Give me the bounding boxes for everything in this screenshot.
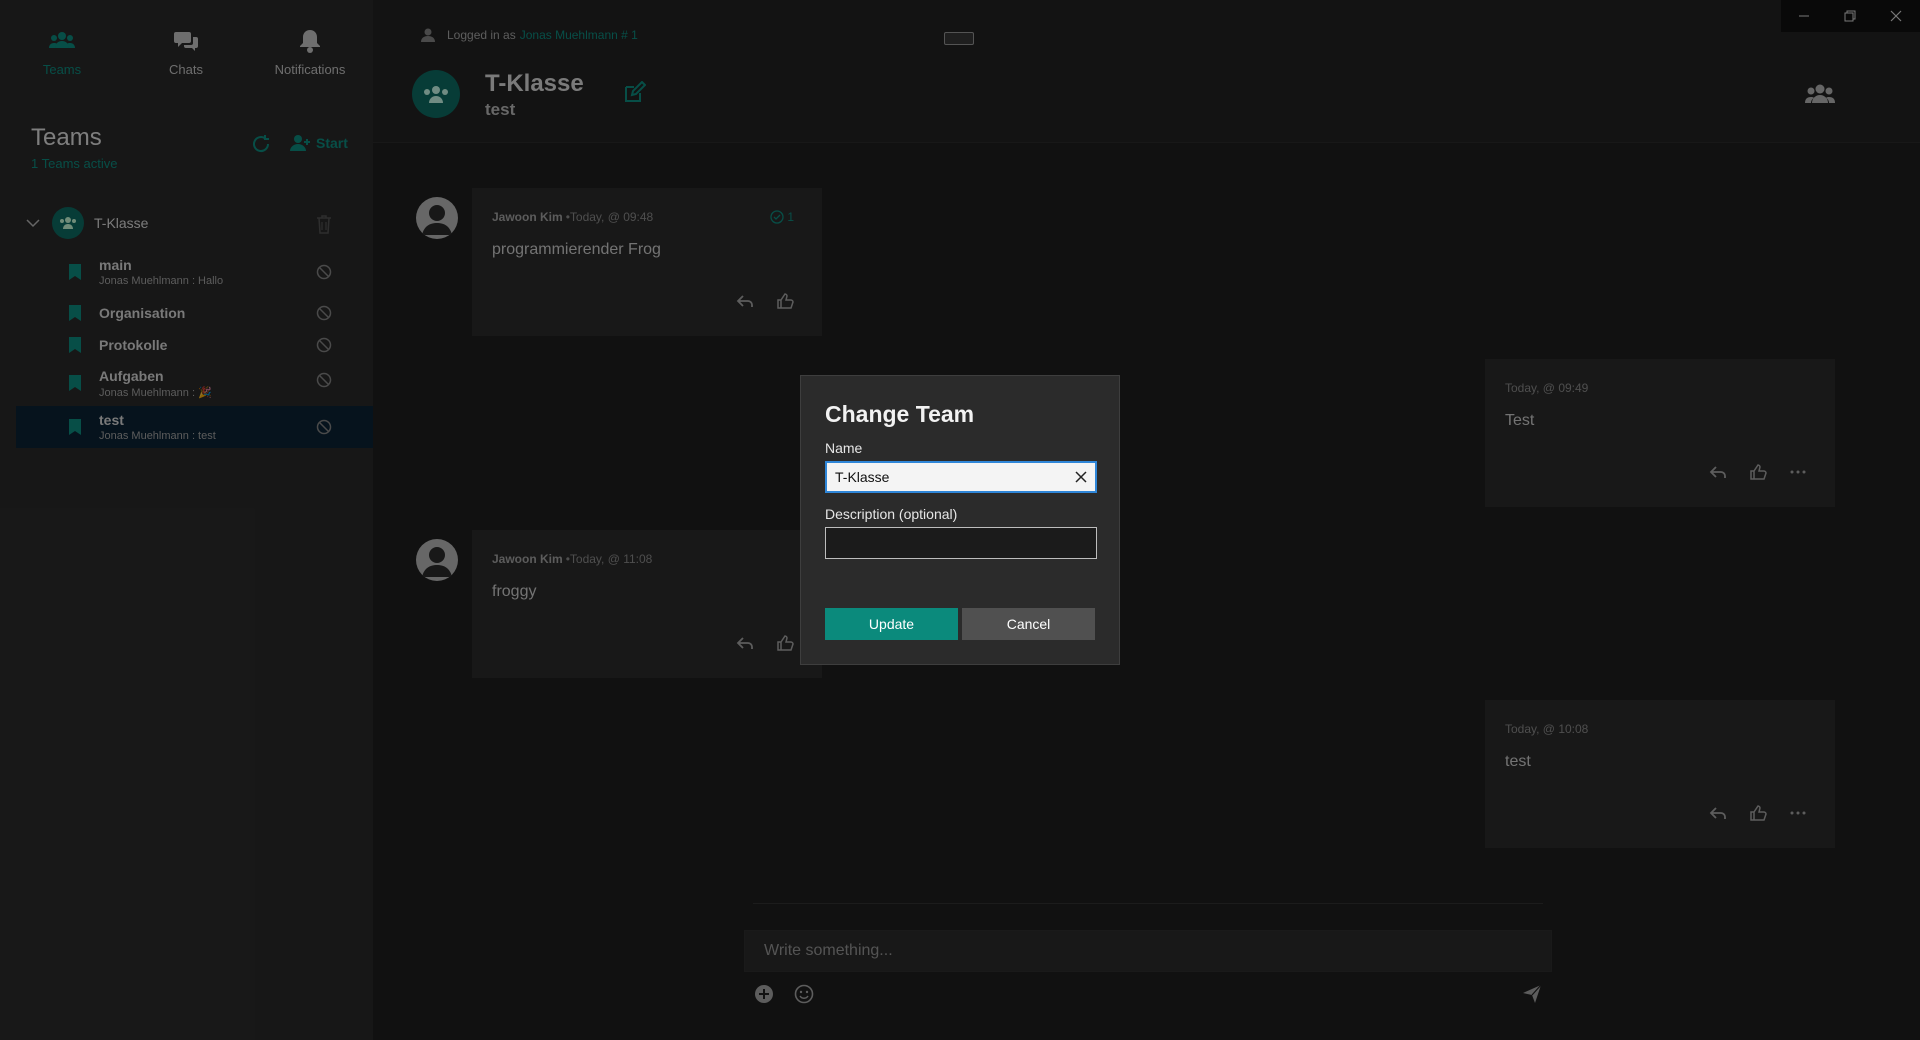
description-label: Description (optional) (825, 506, 958, 522)
description-input[interactable] (826, 528, 1096, 558)
name-label: Name (825, 440, 863, 456)
clear-icon[interactable] (1073, 469, 1089, 485)
team-name-input[interactable] (827, 463, 1095, 491)
change-team-dialog: Change Team Name Description (optional) … (800, 375, 1120, 665)
cancel-button[interactable]: Cancel (962, 608, 1095, 640)
description-field[interactable] (825, 527, 1097, 559)
dialog-title: Change Team (825, 401, 975, 427)
team-name-field[interactable] (825, 461, 1097, 493)
update-button[interactable]: Update (825, 608, 958, 640)
